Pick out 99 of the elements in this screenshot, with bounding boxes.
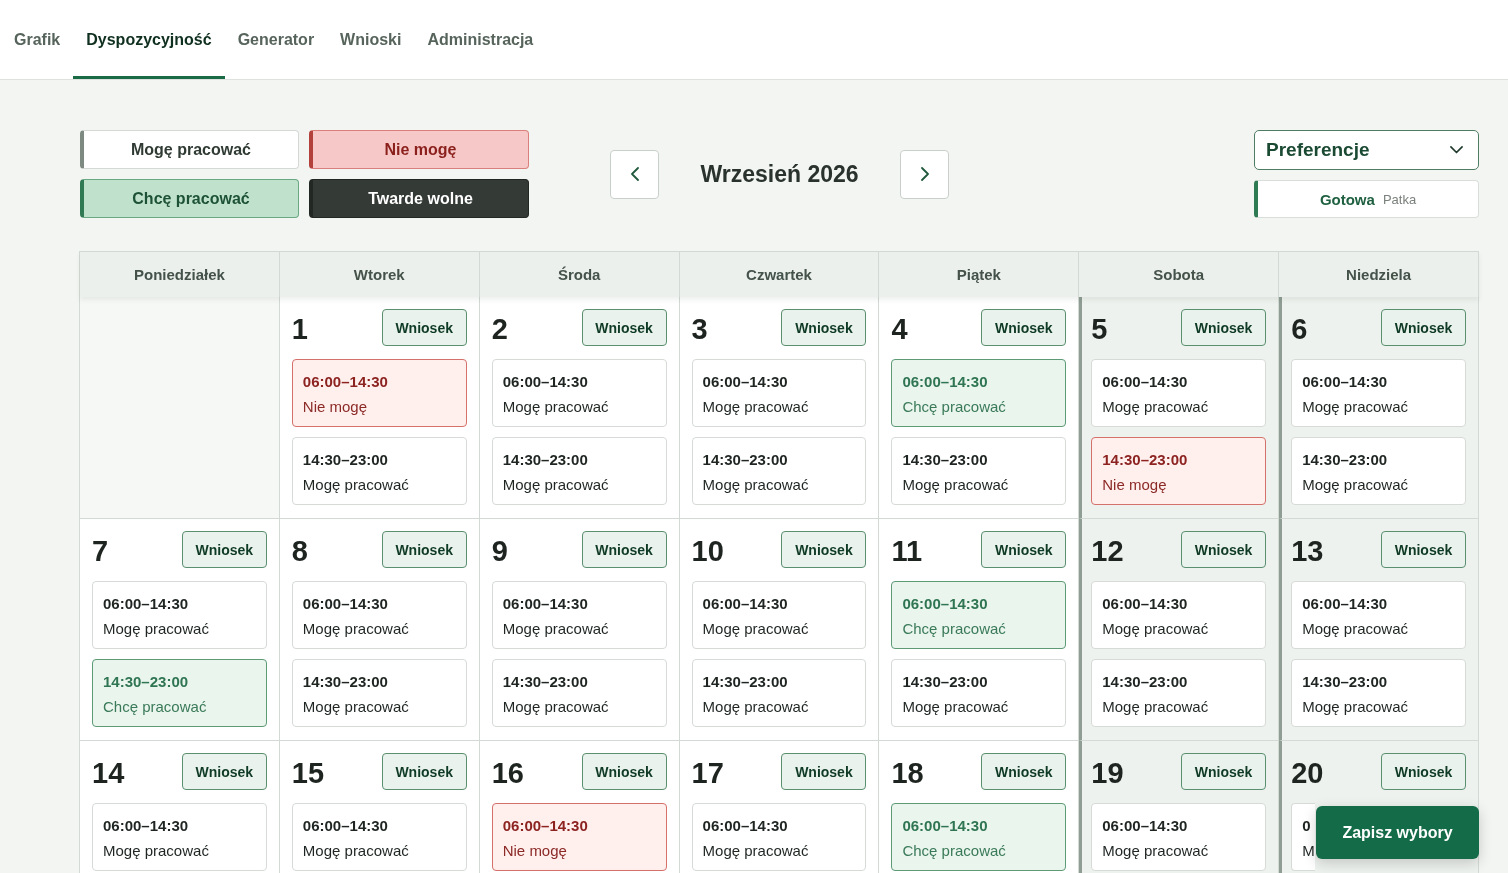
shift-card[interactable]: 06:00–14:30 Nie mogę [291,359,467,427]
availability-mode-button[interactable]: Chcę pracować [80,179,299,218]
day-number: 19 [1091,756,1124,788]
day-number: 3 [691,312,708,344]
request-button[interactable]: Wniosek [1181,531,1267,568]
request-button[interactable]: Wniosek [181,753,267,790]
nav-tab[interactable]: Generator [224,0,328,79]
shift-card[interactable]: 06:00–14:30 Mogę pracować [291,803,467,871]
day-number: 5 [1091,312,1108,344]
day-number: 15 [291,756,325,788]
day-number: 13 [1291,534,1324,566]
request-button[interactable]: Wniosek [581,531,667,568]
day-number: 16 [491,756,524,788]
shift-card[interactable]: 06:00–14:30 Mogę pracować [491,581,667,649]
weekday-header: Poniedziałek [80,252,280,297]
shift-card[interactable]: 14:30–23:00 Mogę pracować [291,437,467,505]
shift-card[interactable]: 14:30–23:00 Mogę pracować [891,437,1067,505]
shift-card[interactable]: 14:30–23:00 Mogę pracować [1091,659,1267,727]
shift-card[interactable]: 06:00–14:30 Mogę pracować [691,581,867,649]
shift-card[interactable]: 14:30–23:00 Mogę pracować [691,437,867,505]
nav-tab[interactable]: Dyspozycyjność [73,0,225,79]
shift-card[interactable]: 14:30–23:00 Mogę pracować [491,659,667,727]
shift-card[interactable]: 06:00–14:30 Mogę pracować [291,581,467,649]
day-number: 11 [891,534,923,566]
day-number: 17 [691,756,724,788]
day-number: 2 [491,312,508,344]
request-button[interactable]: Wniosek [981,531,1067,568]
shift-card[interactable]: 06:00–14:30 Mogę pracować [1091,581,1267,649]
request-button[interactable]: Wniosek [1181,309,1267,346]
request-button[interactable]: Wniosek [781,531,867,568]
request-button[interactable]: Wniosek [781,309,867,346]
shift-card[interactable]: 06:00–14:30 Mogę pracować [92,581,267,649]
request-button[interactable]: Wniosek [981,309,1067,346]
shift-card[interactable]: 14:30–23:00 Mogę pracować [491,437,667,505]
request-button[interactable]: Wniosek [1381,309,1466,346]
nav-tab[interactable]: Grafik [1,0,74,79]
nav-tab[interactable]: Administracja [414,0,547,79]
weekday-header: Niedziela [1279,252,1479,297]
shift-card[interactable]: 14:30–23:00 Chcę pracować [92,659,267,727]
request-button[interactable]: Wniosek [381,531,467,568]
next-month-button[interactable] [900,149,949,199]
request-button[interactable]: Wniosek [981,753,1067,790]
shift-card[interactable]: 14:30–23:00 Mogę pracować [691,659,867,727]
shift-card[interactable]: 14:30–23:00 Nie mogę [1091,437,1267,505]
day-number: 1 [291,312,308,344]
nav-tab[interactable]: Wnioski [327,0,415,79]
status-label: Gotowa [1319,190,1375,208]
request-button[interactable]: Wniosek [381,753,467,790]
month-title: Wrzesień 2026 [699,160,860,188]
day-number: 18 [891,756,924,788]
day-number: 7 [92,534,109,566]
shift-card[interactable]: 06:00–14:30 Chcę pracować [891,359,1067,427]
shift-card[interactable]: 06:00–14:30 Mogę pracować [1091,359,1267,427]
day-number: 10 [691,534,724,566]
chevron-left-icon [630,167,639,181]
preferences-dropdown[interactable]: Preferencje [1254,130,1479,170]
availability-mode-button[interactable]: Mogę pracować [80,130,299,169]
shift-card[interactable]: 06:00–14:30 Chcę pracować [891,581,1067,649]
shift-card[interactable]: 06:00–14:30 Mogę pracować [1291,359,1466,427]
weekday-header: Czwartek [679,252,880,297]
day-number: 8 [291,534,308,566]
day-number: 12 [1091,534,1124,566]
user-name: Patka [1382,191,1417,207]
weekday-header: Piątek [879,252,1080,297]
chevron-right-icon [920,167,929,181]
shift-card[interactable]: 06:00–14:30 Mogę pracować [1291,581,1466,649]
save-button[interactable]: Zapisz wybory [1316,806,1479,859]
shift-card[interactable]: 06:00–14:30 Mogę pracować [691,359,867,427]
request-button[interactable]: Wniosek [581,309,667,346]
request-button[interactable]: Wniosek [1381,531,1466,568]
weekday-header: Wtorek [279,252,480,297]
shift-card[interactable]: 06:00–14:30 Mogę pracować [491,359,667,427]
request-button[interactable]: Wniosek [381,309,467,346]
day-number: 6 [1291,312,1308,344]
day-number: 9 [491,534,508,566]
request-button[interactable]: Wniosek [181,531,267,568]
weekday-header: Sobota [1079,252,1280,297]
shift-card[interactable]: 06:00–14:30 Mogę pracować [691,803,867,871]
shift-card[interactable]: 14:30–23:00 Mogę pracować [1291,659,1466,727]
request-button[interactable]: Wniosek [581,753,667,790]
availability-mode-button[interactable]: Twarde wolne [309,179,529,218]
day-number: 4 [891,312,908,344]
shift-card[interactable]: 06:00–14:30 Nie mogę [491,803,667,871]
shift-card[interactable]: 06:00–14:30 Chcę pracować [891,803,1067,871]
shift-card[interactable]: 14:30–23:00 Mogę pracować [1291,437,1466,505]
chevron-down-icon [1450,146,1463,154]
day-number: 14 [92,756,125,788]
availability-mode-button[interactable]: Nie mogę [309,130,529,169]
shift-card[interactable]: 14:30–23:00 Mogę pracować [891,659,1067,727]
request-button[interactable]: Wniosek [1181,753,1267,790]
day-number: 20 [1291,756,1324,788]
request-button[interactable]: Wniosek [781,753,867,790]
weekday-header: Środa [479,252,680,297]
shift-card[interactable]: 06:00–14:30 Mogę pracować [92,803,267,871]
shift-card[interactable]: 0 M [1291,803,1316,871]
shift-card[interactable]: 06:00–14:30 Mogę pracować [1091,803,1267,871]
previous-month-button[interactable] [610,149,659,199]
shift-card[interactable]: 14:30–23:00 Mogę pracować [291,659,467,727]
request-button[interactable]: Wniosek [1381,753,1466,790]
